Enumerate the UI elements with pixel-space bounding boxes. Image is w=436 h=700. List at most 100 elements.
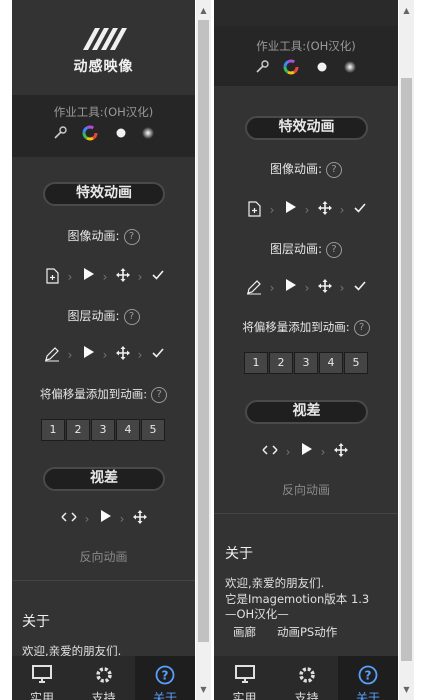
tab-support[interactable]: 支持 [276, 656, 337, 700]
chevron-right-icon: › [339, 281, 345, 295]
scroll-thumb[interactable] [401, 78, 412, 661]
move-icon[interactable] [133, 510, 147, 528]
tab-support[interactable]: 支持 [73, 656, 134, 700]
help-icon[interactable]: ? [123, 228, 140, 245]
pencil-icon[interactable] [44, 346, 60, 364]
move-icon[interactable] [334, 443, 348, 461]
play-icon[interactable] [98, 510, 112, 528]
help-circle-icon: ? [135, 664, 195, 686]
scroll-down-icon[interactable]: ▼ [196, 682, 211, 697]
offset-button-3[interactable]: 3 [294, 352, 318, 374]
chevron-right-icon: › [137, 348, 143, 362]
image-anim-label: 图像动画: [269, 162, 323, 176]
color-wheel-icon[interactable] [82, 125, 98, 145]
reverse-animation-link[interactable]: 反向动画 [12, 548, 195, 565]
offset-button-2[interactable]: 2 [66, 419, 90, 441]
white-dot-icon[interactable] [114, 125, 128, 145]
about-credit: —OH汉化— [225, 607, 289, 621]
offset-button-5[interactable]: 5 [141, 419, 165, 441]
soft-glow-icon[interactable] [343, 59, 357, 79]
help-icon[interactable]: ? [151, 386, 168, 403]
layer-anim-flow: › › › [12, 346, 195, 364]
about-version: 它是Imagemotion版本 1.3 [225, 592, 370, 606]
offset-label: 将偏移量添加到动画: [39, 387, 148, 401]
offset-button-3[interactable]: 3 [91, 419, 115, 441]
parallax-section-button[interactable]: 视差 [43, 467, 165, 491]
reverse-animation-link[interactable]: 反向动画 [214, 481, 398, 498]
chevron-right-icon: › [67, 348, 73, 362]
bottom-nav: 实用 支持 ? 关于 [214, 656, 398, 700]
white-dot-icon[interactable] [315, 59, 329, 79]
parallax-flow: › › [214, 443, 398, 461]
help-icon[interactable]: ? [326, 161, 343, 178]
parallax-flow: › › [12, 510, 195, 528]
tab-utility-label: 实用 [232, 691, 257, 700]
soft-glow-icon[interactable] [141, 125, 155, 145]
scroll-thumb[interactable] [198, 20, 209, 642]
offset-button-4[interactable]: 4 [319, 352, 343, 374]
scroll-down-icon[interactable]: ▼ [399, 682, 414, 697]
check-icon[interactable] [353, 279, 367, 297]
scrollbar-right[interactable]: ▲ ▼ [399, 0, 414, 700]
help-icon[interactable]: ? [326, 241, 343, 258]
image-anim-row: 图像动画:? [12, 227, 195, 245]
help-icon[interactable]: ? [353, 319, 370, 336]
effects-section-button[interactable]: 特效动画 [245, 116, 368, 140]
chevron-right-icon: › [304, 281, 310, 295]
svg-text:?: ? [162, 669, 169, 683]
chevron-right-icon: › [67, 270, 73, 284]
about-welcome: 欢迎,亲爱的朋友们. [225, 576, 325, 590]
file-add-icon[interactable] [44, 268, 60, 286]
play-icon[interactable] [81, 346, 95, 364]
diamond-arrows-icon[interactable] [262, 443, 278, 461]
play-icon[interactable] [283, 201, 297, 219]
move-icon[interactable] [116, 346, 130, 364]
offset-button-2[interactable]: 2 [269, 352, 293, 374]
offset-row: 将偏移量添加到动画:? [12, 386, 195, 403]
offset-button-5[interactable]: 5 [344, 352, 368, 374]
tab-utility[interactable]: 实用 [12, 656, 72, 700]
image-anim-flow: › › › [12, 268, 195, 286]
wrench-icon[interactable] [53, 125, 68, 144]
tools-bar: 作业工具:(OH汉化) [214, 26, 398, 86]
pencil-icon[interactable] [246, 279, 262, 297]
check-icon[interactable] [151, 268, 165, 286]
svg-text:?: ? [365, 669, 372, 683]
offset-button-1[interactable]: 1 [244, 352, 268, 374]
parallax-section-button[interactable]: 视差 [245, 400, 368, 424]
file-add-icon[interactable] [246, 201, 262, 219]
play-icon[interactable] [81, 268, 95, 286]
image-anim-row: 图像动画:? [214, 160, 398, 178]
chevron-right-icon: › [269, 281, 275, 295]
move-icon[interactable] [116, 268, 130, 286]
color-wheel-icon[interactable] [283, 59, 299, 79]
play-icon[interactable] [283, 279, 297, 297]
move-icon[interactable] [318, 279, 332, 297]
chevron-right-icon: › [119, 512, 125, 526]
check-icon[interactable] [353, 201, 367, 219]
effects-section-button[interactable]: 特效动画 [43, 182, 165, 206]
chevron-right-icon: › [269, 203, 275, 217]
tab-utility-label: 实用 [29, 691, 54, 700]
scrollbar-left[interactable]: ▲ ▼ [196, 0, 211, 700]
tab-utility[interactable]: 实用 [214, 656, 275, 700]
gallery-link[interactable]: 画廊 [233, 624, 256, 640]
diamond-arrows-icon[interactable] [61, 510, 77, 528]
offset-number-group: 1 2 3 4 5 [41, 419, 167, 441]
help-icon[interactable]: ? [123, 308, 140, 325]
move-icon[interactable] [318, 201, 332, 219]
play-icon[interactable] [299, 443, 313, 461]
offset-button-4[interactable]: 4 [116, 419, 140, 441]
offset-button-1[interactable]: 1 [41, 419, 65, 441]
wrench-icon[interactable] [255, 59, 270, 78]
scroll-up-icon[interactable]: ▲ [399, 3, 414, 18]
ps-actions-link[interactable]: 动画PS动作 [277, 624, 337, 640]
about-title: 关于 [225, 546, 253, 562]
image-anim-flow: › › › [214, 201, 398, 219]
tab-about[interactable]: ? 关于 [135, 656, 195, 700]
scroll-up-icon[interactable]: ▲ [196, 3, 211, 18]
help-circle-icon: ? [338, 664, 398, 686]
layer-anim-label: 图层动画: [269, 242, 323, 256]
tab-about[interactable]: ? 关于 [338, 656, 398, 700]
check-icon[interactable] [151, 346, 165, 364]
